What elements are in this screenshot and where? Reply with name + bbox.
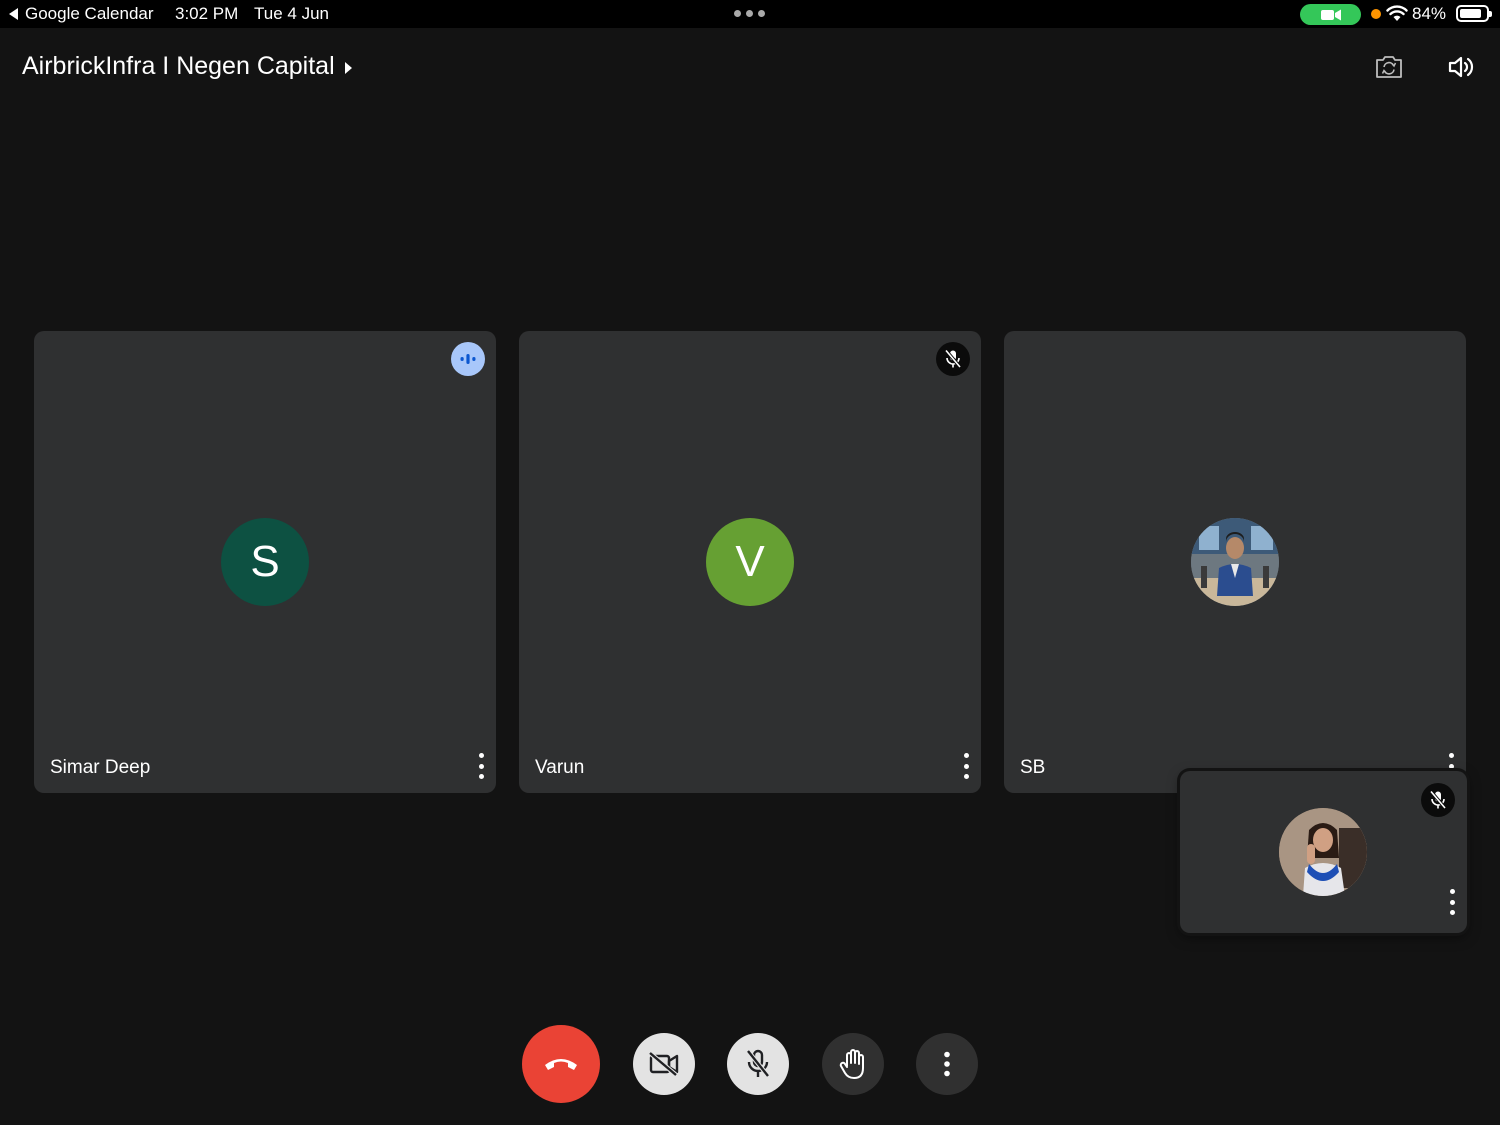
speaker-icon[interactable] (1444, 50, 1478, 84)
mic-off-icon (936, 342, 970, 376)
self-view-tile[interactable] (1180, 771, 1467, 933)
avatar (1279, 808, 1367, 896)
privacy-dot-icon (1371, 9, 1381, 19)
participant-tile[interactable]: V Varun (519, 331, 981, 793)
camera-off-icon (648, 1051, 679, 1077)
avatar (1191, 518, 1279, 606)
status-date: Tue 4 Jun (254, 4, 329, 23)
participant-tile[interactable]: S Simar Deep (34, 331, 496, 793)
meeting-title-text: AirbrickInfra I Negen Capital (22, 52, 335, 80)
leave-call-button[interactable] (522, 1025, 600, 1103)
participant-name: Varun (535, 757, 585, 778)
hang-up-icon (545, 1059, 577, 1070)
meet-screen: Google Calendar 3:02 PM Tue 4 Jun 84% Ai… (0, 0, 1500, 1125)
status-time: 3:02 PM (175, 4, 239, 23)
chevron-right-icon (344, 61, 352, 74)
more-options-icon[interactable] (961, 753, 971, 779)
more-options-icon[interactable] (476, 753, 486, 779)
participant-tile[interactable]: SB (1004, 331, 1466, 793)
multitask-dots-icon[interactable] (734, 10, 765, 17)
raise-hand-button[interactable] (822, 1033, 884, 1095)
participant-name: SB (1020, 757, 1046, 778)
participant-name: Simar Deep (50, 757, 151, 778)
raise-hand-icon (839, 1049, 864, 1079)
battery-percent: 84% (1412, 4, 1447, 23)
mic-off-icon (746, 1049, 770, 1078)
mic-toggle-button[interactable] (727, 1033, 789, 1095)
more-options-icon (944, 1051, 950, 1077)
status-bar: Google Calendar 3:02 PM Tue 4 Jun 84% (0, 0, 1500, 28)
back-to-app-link[interactable]: Google Calendar (9, 4, 154, 24)
avatar: S (221, 518, 309, 606)
avatar: V (706, 518, 794, 606)
battery-icon (1456, 5, 1492, 22)
switch-camera-icon[interactable] (1372, 50, 1406, 84)
camera-toggle-button[interactable] (633, 1033, 695, 1095)
wifi-icon (1386, 5, 1408, 21)
back-arrow-icon (9, 8, 18, 20)
mic-off-icon (1421, 783, 1455, 817)
back-app-label: Google Calendar (25, 4, 154, 23)
more-options-icon[interactable] (1447, 889, 1457, 915)
meeting-title[interactable]: AirbrickInfra I Negen Capital (22, 52, 352, 81)
more-options-button[interactable] (916, 1033, 978, 1095)
audio-level-icon (451, 342, 485, 376)
camera-in-use-icon[interactable] (1300, 4, 1361, 25)
